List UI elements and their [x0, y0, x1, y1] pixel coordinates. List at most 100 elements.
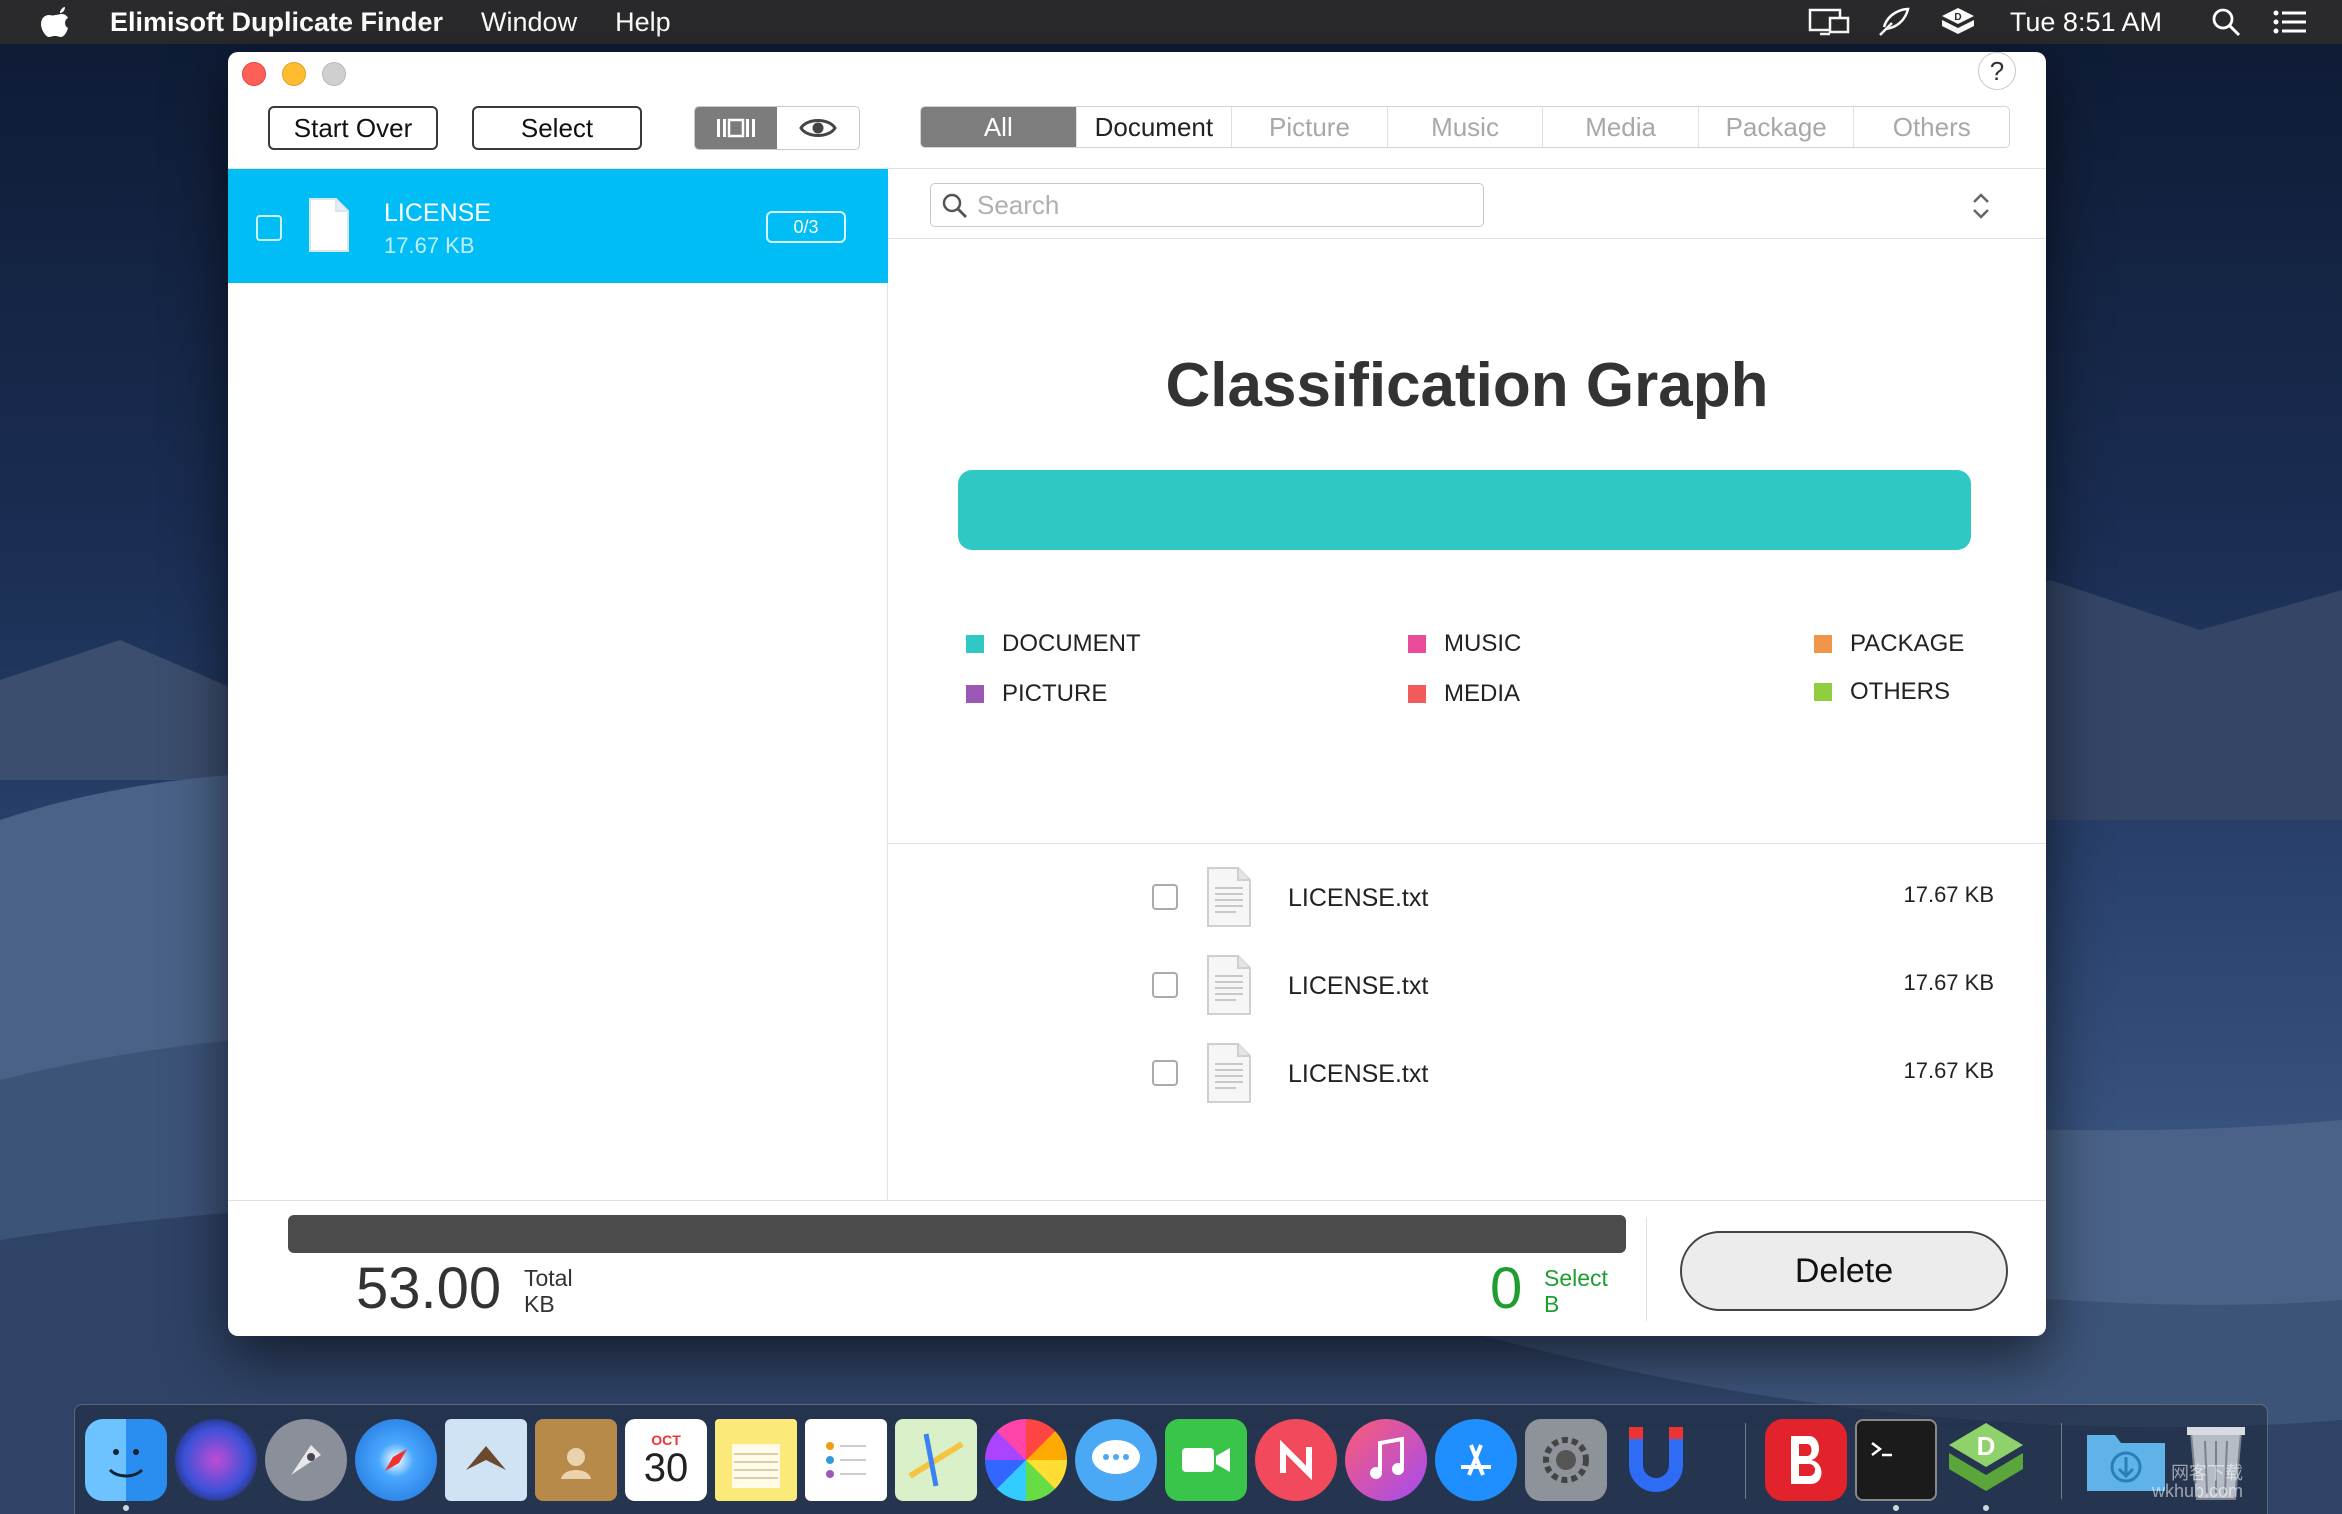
reminders-dock-icon[interactable] [805, 1419, 887, 1501]
finder-dock-icon[interactable] [85, 1419, 167, 1501]
terminal-dock-icon[interactable] [1855, 1419, 1937, 1501]
magnet-dock-icon[interactable] [1615, 1419, 1697, 1501]
gear-icon [1543, 1437, 1589, 1483]
bartender-dock-icon[interactable] [1765, 1419, 1847, 1501]
start-over-button[interactable]: Start Over [268, 106, 438, 150]
legend-music: MUSIC [1408, 630, 1521, 658]
window-minimize-button[interactable] [282, 62, 306, 86]
delete-button[interactable]: Delete [1680, 1231, 2008, 1311]
news-dock-icon[interactable] [1255, 1419, 1337, 1501]
list-view-icon [717, 118, 755, 138]
watermark-line1: 网客下载 [2171, 1463, 2243, 1483]
tab-others[interactable]: Others [1853, 107, 2009, 147]
selected-size-value: 0 [1490, 1256, 1523, 1321]
running-indicator [123, 1505, 129, 1511]
notification-center-icon[interactable] [2268, 6, 2312, 38]
running-indicator [1893, 1505, 1899, 1511]
legend-swatch [966, 685, 984, 703]
help-button[interactable]: ? [1978, 52, 2016, 90]
file-row[interactable]: LICENSE.txt 17.67 KB [888, 854, 2046, 942]
search-input[interactable] [977, 188, 1467, 222]
menubar-clock[interactable]: Tue 8:51 AM [2010, 7, 2162, 38]
menu-help[interactable]: Help [615, 7, 671, 38]
tab-music[interactable]: Music [1386, 107, 1543, 147]
tab-all[interactable]: All [921, 107, 1076, 147]
file-checkbox[interactable] [1152, 972, 1178, 998]
file-name: LICENSE.txt [1288, 972, 1429, 1000]
tab-picture[interactable]: Picture [1231, 107, 1387, 147]
summary-bar: 53.00 Total KB 0 Select B Delete [228, 1200, 2046, 1336]
facetime-dock-icon[interactable] [1165, 1419, 1247, 1501]
selected-unit: B [1544, 1291, 1560, 1317]
photos-dock-icon[interactable] [985, 1419, 1067, 1501]
notes-dock-icon[interactable] [715, 1419, 797, 1501]
file-row[interactable]: LICENSE.txt 17.67 KB [888, 942, 2046, 1030]
sort-chevron-icon[interactable] [1970, 190, 1992, 222]
text-file-icon [1207, 1043, 1251, 1103]
group-count-badge: 0/3 [766, 211, 846, 243]
view-mode-switch [694, 106, 860, 150]
site-watermark: 网客下载 wkhub.com [2152, 1464, 2243, 1500]
classification-bar [958, 470, 1971, 550]
file-checkbox[interactable] [1152, 1060, 1178, 1086]
letter-b-icon [1791, 1436, 1822, 1484]
app-window: ? Start Over Select All Document Picture… [228, 52, 2046, 1336]
apple-icon[interactable] [40, 6, 70, 38]
document-icon [309, 198, 349, 252]
tab-package[interactable]: Package [1697, 107, 1854, 147]
dock-separator [2061, 1423, 2062, 1499]
itunes-dock-icon[interactable] [1345, 1419, 1427, 1501]
legend-others: OTHERS [1814, 678, 1950, 706]
file-name: LICENSE.txt [1288, 884, 1429, 912]
progress-fill [288, 1215, 1626, 1253]
tab-document[interactable]: Document [1075, 107, 1232, 147]
search-field[interactable] [930, 183, 1484, 227]
menu-window[interactable]: Window [481, 7, 577, 38]
contacts-book-icon [561, 1448, 591, 1479]
launchpad-dock-icon[interactable] [265, 1419, 347, 1501]
graph-title: Classification Graph [1165, 351, 1769, 420]
safari-dock-icon[interactable] [355, 1419, 437, 1501]
calendar-dock-icon[interactable]: OCT 30 [625, 1419, 707, 1501]
legend-swatch [1814, 683, 1832, 701]
list-view-button[interactable] [695, 107, 777, 149]
select-button[interactable]: Select [472, 106, 642, 150]
legend-media: MEDIA [1408, 680, 1520, 708]
legend-swatch [1408, 685, 1426, 703]
siri-dock-icon[interactable] [175, 1419, 257, 1501]
app-store-dock-icon[interactable] [1435, 1419, 1517, 1501]
preview-button[interactable] [777, 107, 859, 149]
legend-label: DOCUMENT [1002, 630, 1141, 657]
legend-swatch [1814, 635, 1832, 653]
category-tabs: All Document Picture Music Media Package… [920, 106, 2010, 148]
app-menu[interactable]: Elimisoft Duplicate Finder [110, 7, 443, 38]
total-size-value: 53.00 [356, 1256, 502, 1321]
text-file-icon [1207, 955, 1251, 1015]
duplicate-group-row[interactable]: LICENSE 17.67 KB 0/3 [228, 169, 888, 283]
legend-label: MEDIA [1444, 680, 1521, 707]
window-close-button[interactable] [242, 62, 266, 86]
display-mirror-icon[interactable] [1808, 6, 1852, 38]
tab-media[interactable]: Media [1542, 107, 1698, 147]
search-divider [888, 238, 2046, 239]
finder-face-icon [108, 1449, 144, 1478]
file-row[interactable]: LICENSE.txt 17.67 KB [888, 1030, 2046, 1118]
feather-icon[interactable] [1872, 6, 1916, 38]
system-preferences-dock-icon[interactable] [1525, 1419, 1607, 1501]
file-checkbox[interactable] [1152, 884, 1178, 910]
maps-dock-icon[interactable] [895, 1419, 977, 1501]
messages-dock-icon[interactable] [1075, 1419, 1157, 1501]
legend-swatch [966, 635, 984, 653]
group-size: 17.67 KB [384, 233, 475, 258]
duplicate-finder-status-icon[interactable]: D [1936, 6, 1980, 38]
legend-swatch [1408, 635, 1426, 653]
contacts-dock-icon[interactable] [535, 1419, 617, 1501]
file-size: 17.67 KB [1903, 1058, 1994, 1083]
window-zoom-button[interactable] [322, 62, 346, 86]
dock: OCT 30 D 网客下载 wkhub.com [74, 1404, 2268, 1514]
text-file-icon [1207, 867, 1251, 927]
duplicate-finder-dock-icon[interactable]: D [1945, 1419, 2027, 1501]
mail-dock-icon[interactable] [445, 1419, 527, 1501]
group-checkbox[interactable] [256, 215, 282, 241]
spotlight-search-icon[interactable] [2204, 6, 2248, 38]
